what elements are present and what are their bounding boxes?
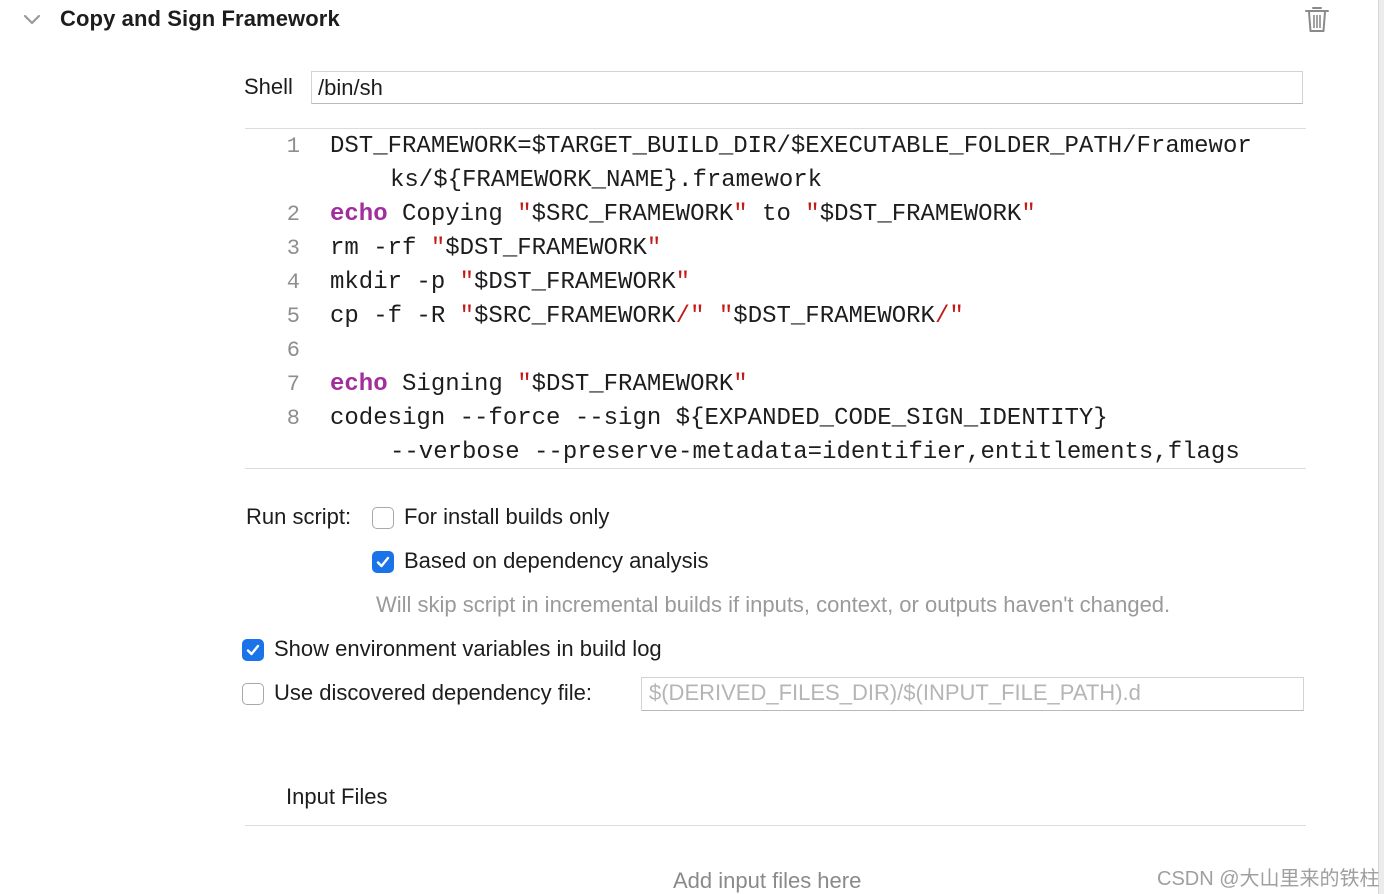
dep-file-input[interactable]: $(DERIVED_FILES_DIR)/$(INPUT_FILE_PATH).…: [641, 677, 1304, 711]
code-line[interactable]: 7 echo Signing "$DST_FRAMEWORK": [245, 368, 1306, 402]
line-number: 8: [286, 406, 300, 431]
code-text: --verbose --preserve-metadata=identifier…: [390, 436, 1240, 470]
line-number: 5: [286, 304, 300, 329]
line-number: 4: [286, 270, 300, 295]
code-token: $DST_FRAMEWORK: [733, 303, 935, 330]
line-number: 7: [286, 372, 300, 397]
code-token: $DST_FRAMEWORK: [531, 371, 734, 398]
chevron-down-icon[interactable]: [22, 10, 42, 30]
code-token: $SRC_FRAMEWORK: [531, 201, 734, 228]
code-line[interactable]: 8 codesign --force --sign ${EXPANDED_CODE…: [245, 402, 1306, 436]
line-number: 6: [286, 338, 300, 363]
code-text: mkdir -p "$DST_FRAMEWORK": [330, 266, 690, 300]
code-token: rm -rf: [330, 235, 431, 262]
code-token: $SRC_FRAMEWORK: [474, 303, 676, 330]
use-dep-file-checkbox[interactable]: [242, 683, 264, 705]
code-line[interactable]: 5 cp -f -R "$SRC_FRAMEWORK/" "$DST_FRAMEW…: [245, 300, 1306, 334]
code-string-quote: ": [733, 201, 748, 228]
code-keyword: echo: [330, 371, 388, 398]
code-token: $DST_FRAMEWORK: [474, 269, 676, 296]
dependency-analysis-label[interactable]: Based on dependency analysis: [404, 548, 709, 574]
code-token: --verbose --preserve-metadata=identifier…: [390, 439, 1240, 466]
code-token: DST_FRAMEWORK=$TARGET_BUILD_DIR/$EXECUTA…: [330, 133, 1252, 160]
code-token: Signing: [387, 371, 518, 398]
code-text: echo Copying "$SRC_FRAMEWORK" to "$DST_F…: [330, 198, 1036, 232]
trash-icon[interactable]: [1304, 4, 1330, 34]
code-token: ks/${FRAMEWORK_NAME}.framework: [390, 167, 823, 194]
code-line[interactable]: 4 mkdir -p "$DST_FRAMEWORK": [245, 266, 1306, 300]
watermark: CSDN @大山里来的铁柱: [1157, 868, 1380, 890]
code-string-quote: /": [675, 303, 705, 330]
code-text: echo Signing "$DST_FRAMEWORK": [330, 368, 748, 402]
code-line[interactable]: 1 DST_FRAMEWORK=$TARGET_BUILD_DIR/$EXECUT…: [245, 130, 1306, 164]
code-text: codesign --force --sign ${EXPANDED_CODE_…: [330, 402, 1108, 436]
shell-label: Shell: [244, 74, 293, 99]
code-token: cp -f -R: [330, 303, 460, 330]
code-token: to: [747, 201, 806, 228]
code-text: ks/${FRAMEWORK_NAME}.framework: [390, 164, 822, 198]
code-string-quote: ": [459, 269, 475, 296]
dependency-hint: Will skip script in incremental builds i…: [376, 592, 1171, 617]
code-string-quote: ": [718, 303, 734, 330]
code-string-quote: ": [1021, 201, 1036, 228]
show-env-vars-label[interactable]: Show environment variables in build log: [274, 636, 662, 662]
code-keyword: echo: [330, 201, 388, 228]
line-number: 2: [286, 202, 300, 227]
code-string-quote: ": [733, 371, 748, 398]
code-string-quote: ": [430, 235, 446, 262]
code-string-quote: ": [459, 303, 475, 330]
install-builds-only-checkbox[interactable]: [372, 507, 394, 529]
code-string-quote: ": [675, 269, 691, 296]
use-dep-file-label[interactable]: Use discovered dependency file:: [274, 680, 592, 706]
window-edge: [1378, 0, 1384, 894]
line-number: 3: [286, 236, 300, 261]
code-token: mkdir -p: [330, 269, 460, 296]
script-editor[interactable]: 1 DST_FRAMEWORK=$TARGET_BUILD_DIR/$EXECUT…: [245, 128, 1306, 469]
code-line[interactable]: 3 rm -rf "$DST_FRAMEWORK": [245, 232, 1306, 266]
code-string-quote: ": [805, 201, 820, 228]
code-line[interactable]: ks/${FRAMEWORK_NAME}.framework: [245, 164, 1306, 198]
phase-title[interactable]: Copy and Sign Framework: [60, 6, 340, 32]
code-text: rm -rf "$DST_FRAMEWORK": [330, 232, 661, 266]
code-text: cp -f -R "$SRC_FRAMEWORK/" "$DST_FRAMEWO…: [330, 300, 964, 334]
code-token: $DST_FRAMEWORK: [819, 201, 1022, 228]
show-env-vars-checkbox[interactable]: [242, 639, 264, 661]
code-string-quote: ": [517, 371, 532, 398]
checkmark-icon: [246, 644, 260, 656]
code-line[interactable]: --verbose --preserve-metadata=identifier…: [245, 436, 1306, 470]
code-token: Copying: [387, 201, 518, 228]
code-token: codesign --force --sign ${EXPANDED_CODE_…: [330, 405, 1108, 432]
code-string-quote: ": [646, 235, 662, 262]
dependency-analysis-checkbox[interactable]: [372, 551, 394, 573]
shell-field[interactable]: /bin/sh: [311, 71, 1303, 104]
code-string-quote: ": [517, 201, 532, 228]
divider: [245, 825, 1306, 826]
input-files-empty-message: Add input files here: [673, 868, 862, 893]
code-token: $DST_FRAMEWORK: [445, 235, 647, 262]
checkmark-icon: [376, 556, 390, 568]
code-line[interactable]: 2 echo Copying "$SRC_FRAMEWORK" to "$DST_…: [245, 198, 1306, 232]
run-script-label: Run script:: [246, 504, 352, 529]
input-files-title: Input Files: [286, 784, 388, 809]
line-number: 1: [286, 134, 300, 159]
code-line[interactable]: 6: [245, 334, 1306, 368]
install-builds-only-label[interactable]: For install builds only: [404, 504, 609, 530]
code-text: DST_FRAMEWORK=$TARGET_BUILD_DIR/$EXECUTA…: [330, 130, 1252, 164]
code-string-quote: /": [934, 303, 964, 330]
